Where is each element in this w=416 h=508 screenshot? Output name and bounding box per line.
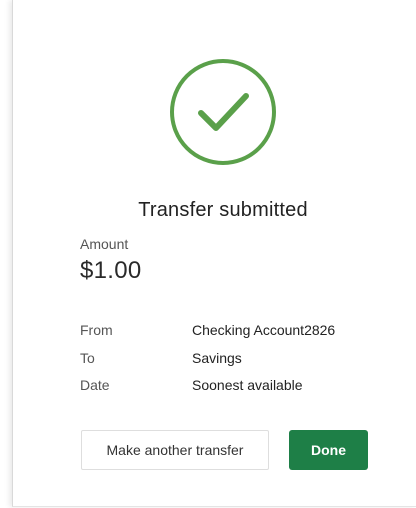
detail-row-date: Date Soonest available [80,377,400,397]
detail-value: Savings [192,350,242,366]
detail-value: Checking Account2826 [192,322,336,338]
amount-label: Amount [80,236,129,252]
detail-label: Date [80,377,110,393]
checkmark-circle-icon [168,57,278,167]
detail-row-to: To Savings [80,350,400,370]
detail-label: From [80,322,113,338]
page-title: Transfer submitted [138,199,308,221]
detail-value: Soonest available [192,377,303,393]
detail-row-from: From Checking Account2826 [80,322,400,342]
make-another-transfer-button[interactable]: Make another transfer [81,430,269,470]
detail-label: To [80,350,95,366]
confirmation-card: Transfer submitted Amount $1.00 From Che… [12,0,416,507]
done-button[interactable]: Done [289,430,368,470]
page: Transfer submitted Amount $1.00 From Che… [0,0,416,508]
amount-value: $1.00 [80,257,142,284]
